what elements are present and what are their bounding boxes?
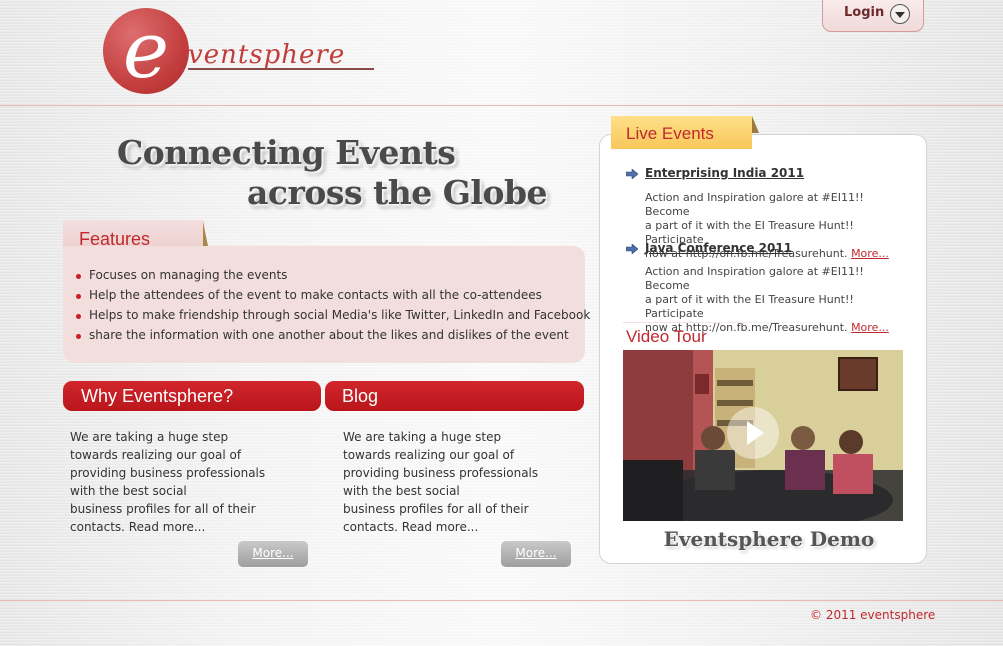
- arrow-right-icon: [626, 169, 638, 179]
- event-more-link[interactable]: More...: [851, 247, 889, 260]
- features-box: Focuses on managing the events Help the …: [63, 246, 590, 363]
- header-divider: [0, 105, 1003, 106]
- why-eventsphere-header: Why Eventsphere?: [63, 381, 321, 411]
- footer-copyright: © 2011 eventsphere: [810, 608, 936, 622]
- features-tab-fold: [203, 222, 208, 246]
- event-title-link[interactable]: Java Conference 2011: [645, 241, 792, 255]
- blog-more-label: More...: [515, 546, 557, 560]
- why-eventsphere-text: We are taking a huge step towards realizi…: [70, 430, 266, 534]
- video-caption: Eventsphere Demo: [663, 527, 875, 551]
- login-button[interactable]: Login: [822, 0, 924, 32]
- feature-item: Helps to make friendship through social …: [75, 308, 591, 322]
- event-description: Action and Inspiration galore at #EI11!!…: [645, 265, 889, 334]
- blog-more-button[interactable]: More...: [501, 541, 571, 567]
- feature-item: Focuses on managing the events: [75, 268, 288, 282]
- logo-letter: e: [122, 6, 170, 96]
- video-header-line: [623, 322, 903, 323]
- why-more-label: More...: [252, 546, 294, 560]
- hero-line-1: Connecting Events: [117, 133, 456, 172]
- why-more-button[interactable]: More...: [238, 541, 308, 567]
- blog-header: Blog: [325, 381, 584, 411]
- login-label: Login: [844, 5, 885, 20]
- chevron-down-icon[interactable]: [890, 4, 910, 24]
- live-events-title: Live Events: [626, 124, 714, 143]
- why-eventsphere-title: Why Eventsphere?: [81, 386, 234, 406]
- logo-wordmark: ventsphere: [188, 40, 346, 70]
- blog-title: Blog: [342, 386, 379, 406]
- feature-item: share the information with one another a…: [76, 328, 569, 342]
- feature-item: Help the attendees of the event to make …: [76, 288, 542, 302]
- hero-line-2: across the Globe: [247, 173, 548, 212]
- video-tour-title: Video Tour: [626, 327, 707, 346]
- event-title-link[interactable]: Enterprising India 2011: [645, 166, 804, 180]
- arrow-right-icon: [626, 244, 638, 254]
- play-icon[interactable]: [727, 407, 779, 459]
- footer-divider: [0, 600, 1003, 601]
- blog-text: We are taking a huge step towards realizi…: [343, 430, 539, 534]
- logo-underline: [188, 68, 374, 70]
- live-events-tab-fold: [752, 116, 759, 133]
